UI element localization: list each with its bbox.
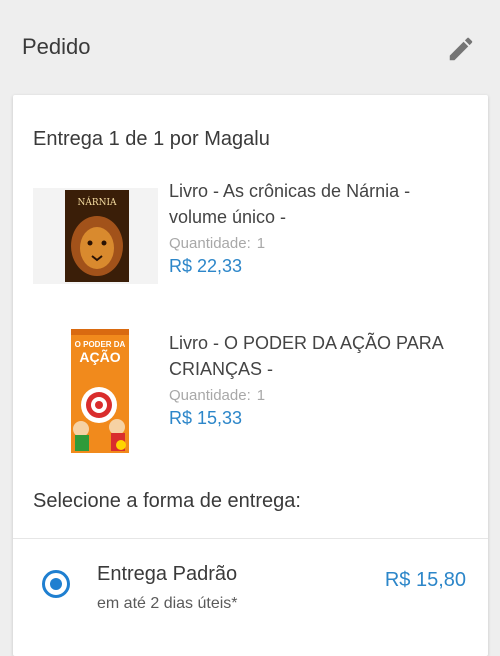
narnia-cover-title: NÁRNIA — [77, 196, 117, 208]
shipping-time: em até 2 dias úteis* — [97, 595, 238, 612]
cover-title-line2: AÇÃO — [79, 348, 120, 365]
quantity-label: Quantidade: — [169, 387, 251, 404]
shipping-price: R$ 15,80 — [384, 569, 466, 591]
product-quantity: Quantidade: 1 — [169, 387, 469, 404]
pencil-icon[interactable] — [446, 34, 476, 64]
radio-button[interactable] — [42, 570, 70, 598]
book-cover-narnia: NÁRNIA — [33, 188, 158, 284]
shipping-select-title: Selecione a forma de entrega: — [33, 490, 301, 512]
page-title: Pedido — [22, 34, 91, 59]
quantity-value: 1 — [256, 387, 266, 404]
product-info: Livro - O PODER DA AÇÃO PARA CRIANÇAS - … — [169, 330, 469, 429]
order-card: Entrega 1 de 1 por Magalu NÁRNIA Livro -… — [13, 95, 488, 656]
shipping-name: Entrega Padrão — [97, 563, 238, 585]
product-name[interactable]: Livro - O PODER DA AÇÃO PARA CRIANÇAS - — [169, 330, 469, 382]
product-item[interactable]: O PODER DA AÇÃO Livro - O PODER DA AÇÃO … — [13, 327, 488, 467]
quantity-value: 1 — [256, 235, 266, 252]
product-price: R$ 22,33 — [169, 256, 243, 276]
book-cover-poder-da-acao: O PODER DA AÇÃO — [33, 327, 158, 457]
radio-selected-dot — [50, 578, 62, 590]
product-price: R$ 15,33 — [169, 408, 243, 428]
delivery-title: Entrega 1 de 1 por Magalu — [33, 128, 270, 150]
quantity-label: Quantidade: — [169, 235, 251, 252]
page-header: Pedido — [0, 0, 500, 95]
product-info: Livro - As crônicas de Nárnia - volume ú… — [169, 178, 469, 277]
shipping-option-standard[interactable]: Entrega Padrão em até 2 dias úteis* R$ 1… — [13, 539, 488, 656]
product-quantity: Quantidade: 1 — [169, 235, 469, 252]
product-name[interactable]: Livro - As crônicas de Nárnia - volume ú… — [169, 178, 469, 230]
product-item[interactable]: NÁRNIA Livro - As crônicas de Nárnia - v… — [13, 175, 488, 295]
cover-title-line1: O PODER DA — [75, 340, 126, 349]
